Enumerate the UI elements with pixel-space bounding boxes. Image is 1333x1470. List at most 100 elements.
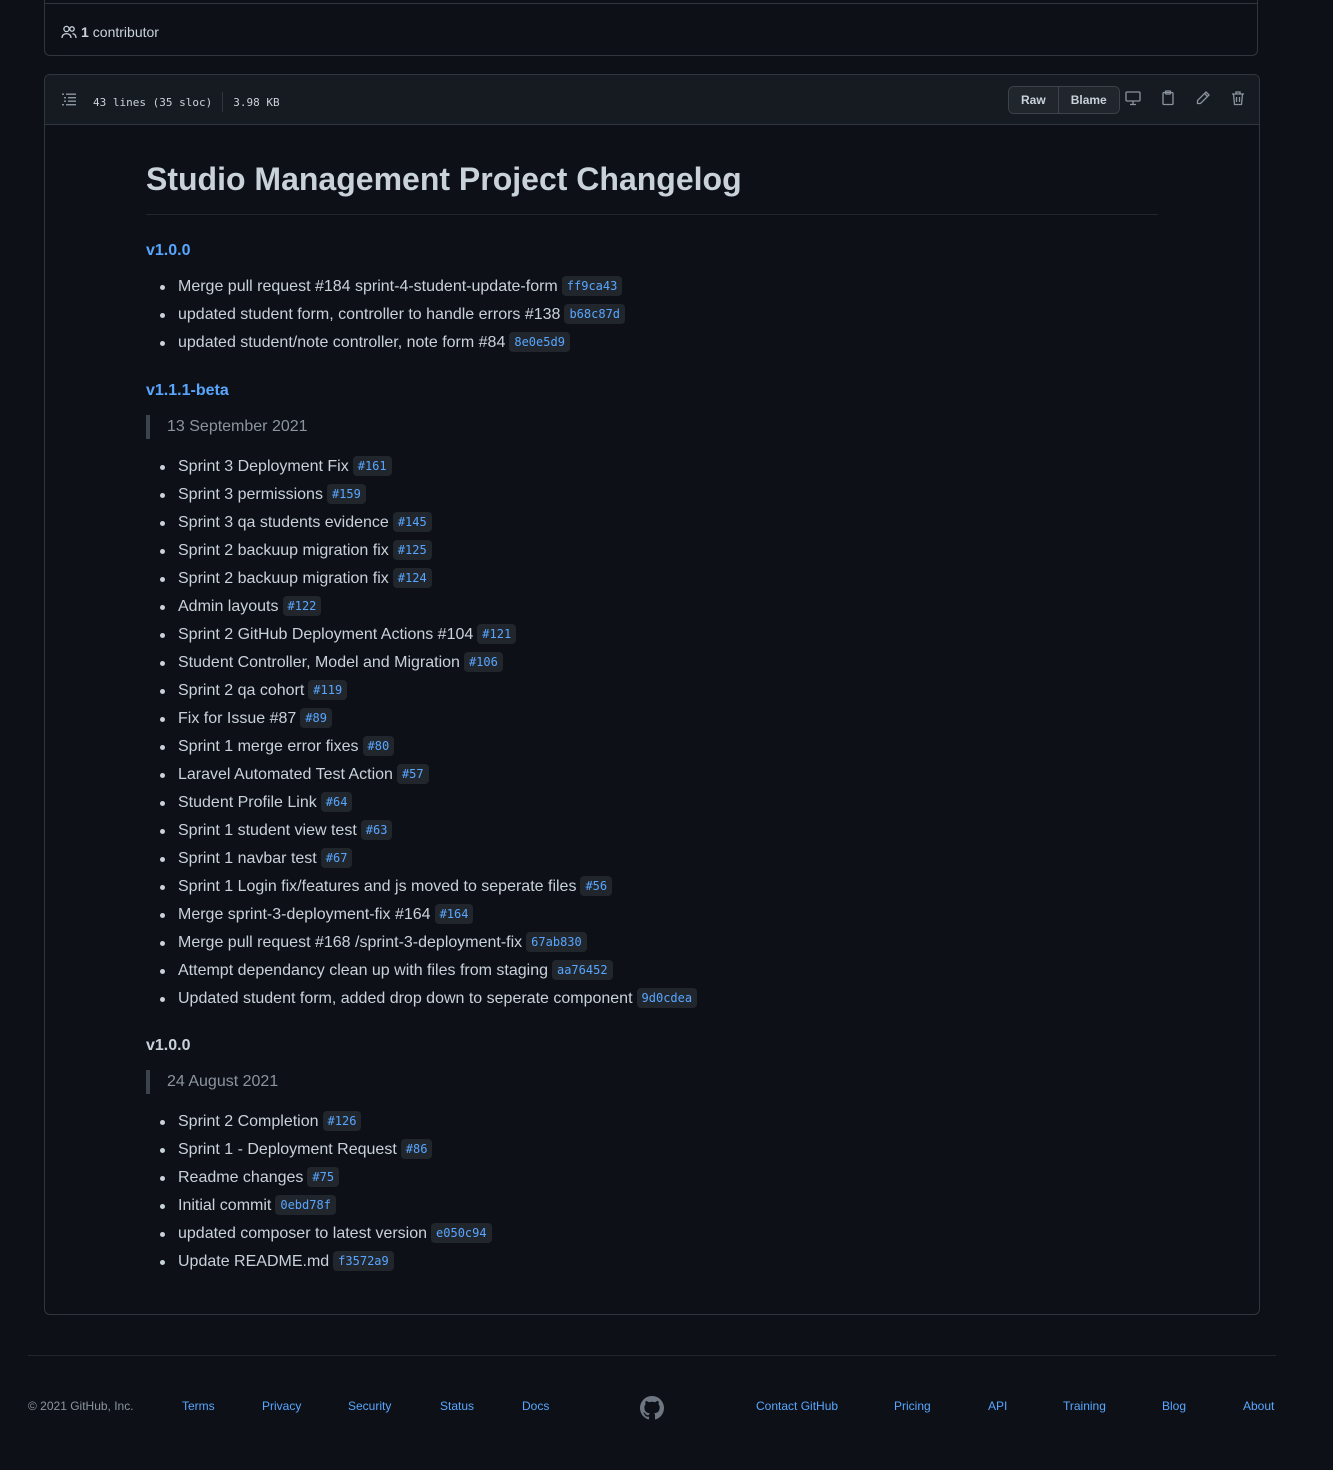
footer-link-status[interactable]: Status xyxy=(440,1399,474,1413)
list-item: Attempt dependancy clean up with files f… xyxy=(146,957,697,985)
pr-link[interactable]: #161 xyxy=(352,456,392,476)
toc-icon[interactable] xyxy=(61,91,77,107)
pr-link[interactable]: #63 xyxy=(360,820,393,840)
list-item: Sprint 1 student view test #63 xyxy=(146,817,697,845)
pr-link[interactable]: #126 xyxy=(322,1111,362,1131)
pr-link[interactable]: #125 xyxy=(392,540,432,560)
list-item: Student Controller, Model and Migration #… xyxy=(146,649,697,677)
pr-link[interactable]: #121 xyxy=(477,624,517,644)
list-item: Sprint 2 Completion #126 xyxy=(146,1108,492,1136)
list-item: Fix for Issue #87 #89 xyxy=(146,705,697,733)
raw-button[interactable]: Raw xyxy=(1009,87,1058,113)
desktop-icon[interactable] xyxy=(1125,90,1141,106)
list-item: Student Profile Link #64 xyxy=(146,789,697,817)
contributors-count: 1 xyxy=(81,24,89,40)
list-item: updated student/note controller, note fo… xyxy=(146,329,625,357)
blame-button[interactable]: Blame xyxy=(1057,87,1119,113)
commit-link[interactable]: 8e0e5d9 xyxy=(509,332,570,352)
list-item: Initial commit 0ebd78f xyxy=(146,1192,492,1220)
footer-divider xyxy=(28,1355,1276,1356)
file-lines: 43 lines (35 sloc) xyxy=(93,95,213,109)
list-item: updated student form, controller to hand… xyxy=(146,301,626,329)
commit-link[interactable]: e050c94 xyxy=(431,1223,492,1243)
pr-link[interactable]: #75 xyxy=(307,1167,340,1187)
list-item: Sprint 3 permissions #159 xyxy=(146,481,697,509)
list-item: Sprint 3 qa students evidence #145 xyxy=(146,509,697,537)
commit-link[interactable]: b68c87d xyxy=(564,304,626,324)
pr-link[interactable]: #164 xyxy=(434,904,474,924)
footer-link-docs[interactable]: Docs xyxy=(522,1399,549,1413)
section1-list: Merge pull request #184 sprint-4-student… xyxy=(146,273,626,357)
list-item: Merge pull request #168 /sprint-3-deploy… xyxy=(146,929,697,957)
github-mark-icon[interactable] xyxy=(640,1396,664,1420)
footer-copyright: © 2021 GitHub, Inc. xyxy=(28,1399,134,1413)
list-item: Laravel Automated Test Action #57 xyxy=(146,761,697,789)
title-rule xyxy=(146,214,1158,215)
pr-link[interactable]: #80 xyxy=(362,736,395,756)
contributors-label: contributor xyxy=(92,24,159,40)
pr-link[interactable]: #57 xyxy=(396,764,429,784)
list-item: Sprint 1 merge error fixes #80 xyxy=(146,733,697,761)
pr-link[interactable]: #67 xyxy=(320,848,353,868)
section-heading-v1-1-1-beta[interactable]: v1.1.1-beta xyxy=(146,383,229,399)
clipboard-icon[interactable] xyxy=(1160,90,1176,106)
contributors-link[interactable]: 1 contributor xyxy=(61,24,159,40)
list-item: Merge sprint-3-deployment-fix #164 #164 xyxy=(146,901,697,929)
footer-link-security[interactable]: Security xyxy=(348,1399,391,1413)
file-size: 3.98 KB xyxy=(233,95,280,109)
pr-link[interactable]: #119 xyxy=(308,680,348,700)
pr-link[interactable]: #106 xyxy=(463,652,503,672)
footer-link-contact-github[interactable]: Contact GitHub xyxy=(756,1399,838,1413)
commit-link[interactable]: ff9ca43 xyxy=(561,276,623,296)
page-title: Studio Management Project Changelog xyxy=(146,161,742,197)
list-item: Sprint 2 GitHub Deployment Actions #104 #… xyxy=(146,621,697,649)
list-item: Update README.md f3572a9 xyxy=(146,1248,492,1276)
commit-link[interactable]: f3572a9 xyxy=(333,1251,394,1271)
file-info: 43 lines (35 sloc) 3.98 KB xyxy=(93,92,280,112)
footer-link-api[interactable]: API xyxy=(988,1399,1007,1413)
pr-link[interactable]: #64 xyxy=(320,792,353,812)
commit-link[interactable]: 9d0cdea xyxy=(636,988,698,1008)
file-box: 43 lines (35 sloc) 3.98 KB Raw Blame Stu… xyxy=(44,74,1260,1315)
raw-blame-group: Raw Blame xyxy=(1008,86,1120,114)
section2-list: Sprint 3 Deployment Fix #161 Sprint 3 per… xyxy=(146,453,698,1013)
trash-icon[interactable] xyxy=(1230,90,1246,106)
list-item: Readme changes #75 xyxy=(146,1164,492,1192)
pr-link[interactable]: #56 xyxy=(580,876,613,896)
list-item: Sprint 1 - Deployment Request #86 xyxy=(146,1136,492,1164)
pr-link[interactable]: #122 xyxy=(282,596,322,616)
footer-link-pricing[interactable]: Pricing xyxy=(894,1399,931,1413)
footer-link-training[interactable]: Training xyxy=(1063,1399,1106,1413)
list-item: Sprint 1 navbar test #67 xyxy=(146,845,697,873)
list-item: Merge pull request #184 sprint-4-student… xyxy=(146,273,625,301)
list-item: Updated student form, added drop down to… xyxy=(146,985,698,1013)
file-info-divider xyxy=(222,92,224,112)
commit-link[interactable]: 67ab830 xyxy=(526,932,587,952)
contributors-box: 1 contributor xyxy=(44,0,1258,56)
commit-link[interactable]: aa76452 xyxy=(551,960,613,980)
section3-list: Sprint 2 Completion #126 Sprint 1 - Deplo… xyxy=(146,1108,492,1276)
pr-link[interactable]: #145 xyxy=(392,512,432,532)
list-item: Admin layouts #122 xyxy=(146,593,697,621)
footer-link-blog[interactable]: Blog xyxy=(1162,1399,1186,1413)
list-item: Sprint 2 backuup migration fix #124 xyxy=(146,565,697,593)
section-heading-v1-0-0-link[interactable]: v1.0.0 xyxy=(146,243,190,259)
pencil-icon[interactable] xyxy=(1195,90,1211,106)
list-item: Sprint 2 qa cohort #119 xyxy=(146,677,697,705)
release-date: 13 September 2021 xyxy=(146,415,308,439)
list-item: Sprint 2 backuup migration fix #125 xyxy=(146,537,697,565)
list-item: Sprint 3 Deployment Fix #161 xyxy=(146,453,697,481)
section-heading-v1-0-0: v1.0.0 xyxy=(146,1037,191,1054)
list-item: updated composer to latest version e050c9… xyxy=(146,1220,492,1248)
release-date: 24 August 2021 xyxy=(146,1070,278,1094)
pr-link[interactable]: #124 xyxy=(392,568,432,588)
people-icon xyxy=(61,25,77,39)
footer-link-terms[interactable]: Terms xyxy=(182,1399,215,1413)
file-header: 43 lines (35 sloc) 3.98 KB Raw Blame xyxy=(45,75,1259,125)
footer-link-privacy[interactable]: Privacy xyxy=(262,1399,301,1413)
pr-link[interactable]: #86 xyxy=(400,1139,433,1159)
footer-link-about[interactable]: About xyxy=(1243,1399,1274,1413)
pr-link[interactable]: #159 xyxy=(326,484,366,504)
pr-link[interactable]: #89 xyxy=(300,708,332,728)
commit-link[interactable]: 0ebd78f xyxy=(275,1195,336,1215)
